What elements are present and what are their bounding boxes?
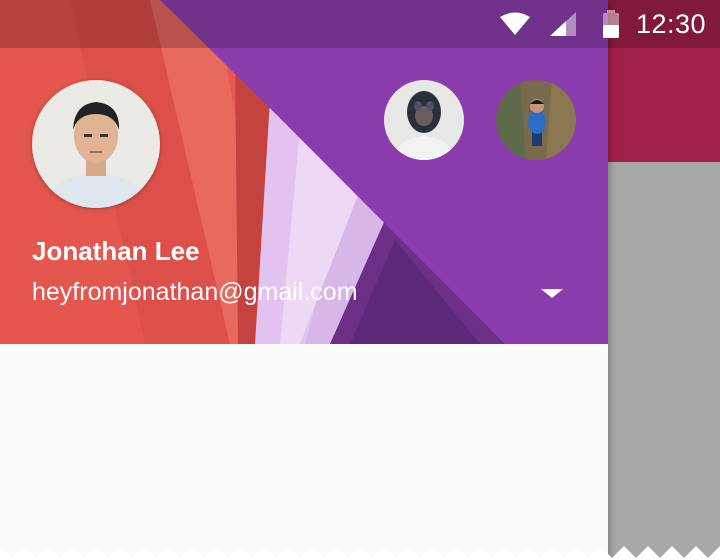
battery-icon [603,10,619,38]
status-bar-clock: 12:30 [636,9,707,39]
current-account-avatar[interactable] [32,80,160,208]
other-account-avatar-2[interactable] [496,80,576,160]
other-account-avatar-1[interactable] [384,80,464,160]
torn-edge-decoration [0,546,720,560]
status-bar: 12:30 [0,0,720,48]
navigation-drawer: Jonathan Lee heyfromjonathan@gmail.com [0,0,608,560]
arrow-drop-down-icon[interactable] [530,280,574,308]
cell-signal-icon [550,12,576,36]
wifi-icon [500,12,530,35]
drawer-header: Jonathan Lee heyfromjonathan@gmail.com [0,0,608,344]
account-email: heyfromjonathan@gmail.com [32,278,358,306]
drawer-menu-area [0,344,608,560]
account-name: Jonathan Lee [32,236,200,266]
